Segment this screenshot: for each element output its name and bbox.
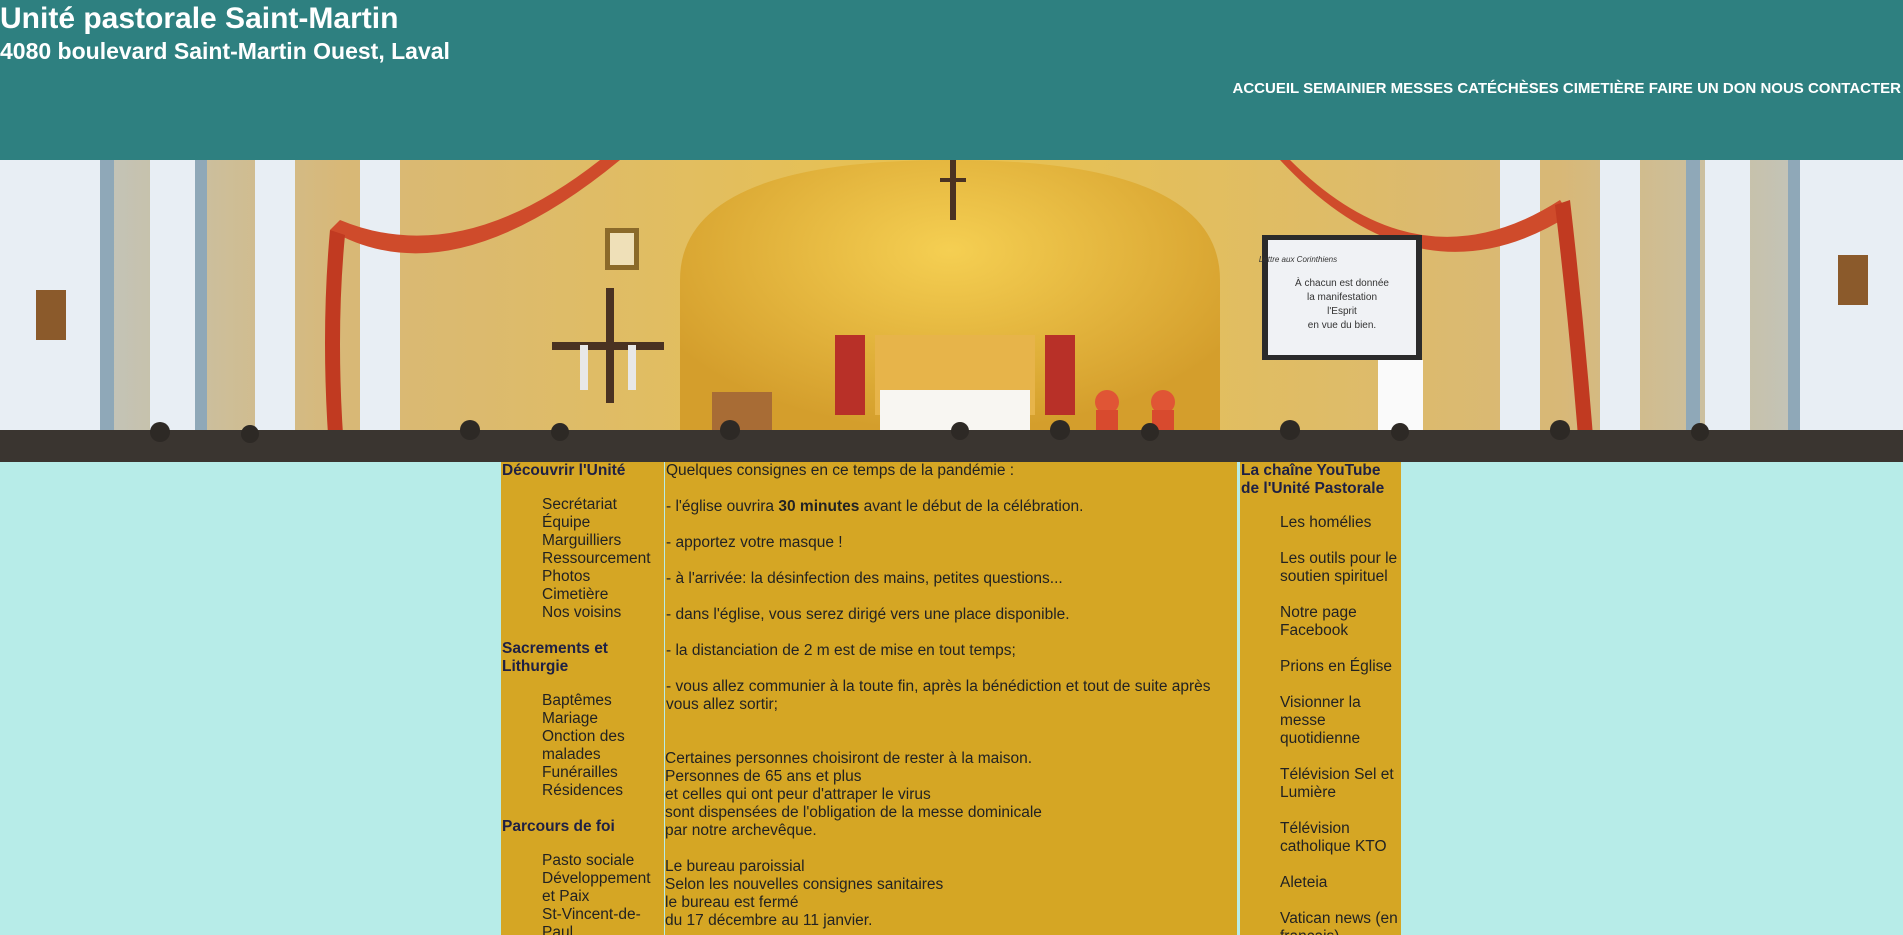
right-sidebar: La chaîne YouTube de l'Unité Pastorale L… bbox=[1240, 462, 1401, 935]
nav-semainier[interactable]: SEMAINIER bbox=[1303, 80, 1386, 97]
dispense-line: par notre archevêque. bbox=[665, 822, 817, 839]
menu-item-onction[interactable]: Onction des malades bbox=[542, 728, 664, 764]
bureau-line: Le bureau paroissial bbox=[665, 858, 805, 875]
menu-item-marguilliers[interactable]: Marguilliers bbox=[542, 532, 664, 550]
links-menu: Les homélies Les outils pour le soutien … bbox=[1240, 514, 1401, 935]
consigne-1-post: avant le début de la célébration. bbox=[859, 498, 1084, 515]
intro-text: Quelques consignes en ce temps de la pan… bbox=[666, 462, 1015, 479]
link-facebook[interactable]: Notre page Facebook bbox=[1280, 604, 1401, 640]
consigne-4: - dans l'église, vous serez dirigé vers … bbox=[666, 606, 1070, 623]
menu-item-nos-voisins[interactable]: Nos voisins bbox=[542, 604, 664, 622]
consigne-1: - l'église ouvrira 30 minutes avant le d… bbox=[666, 498, 1237, 516]
nav-nous-contacter[interactable]: NOUS CONTACTER bbox=[1760, 80, 1901, 97]
section-title-parcours: Parcours de foi bbox=[502, 818, 615, 835]
link-homelies[interactable]: Les homélies bbox=[1280, 514, 1401, 532]
menu-item-funerailles[interactable]: Funérailles bbox=[542, 764, 664, 782]
consigne-5: - la distanciation de 2 m est de mise en… bbox=[666, 642, 1016, 659]
consigne-3: - à l'arrivée: la désinfection des mains… bbox=[666, 570, 1063, 587]
nav-messes[interactable]: MESSES bbox=[1391, 80, 1454, 97]
menu-item-residences[interactable]: Résidences bbox=[542, 782, 664, 800]
site-header: Unité pastorale Saint-Martin 4080 boulev… bbox=[0, 0, 1903, 160]
nav-faire-un-don[interactable]: FAIRE UN DON bbox=[1649, 80, 1757, 97]
menu-item-pasto-sociale[interactable]: Pasto sociale bbox=[542, 852, 664, 870]
link-prions-en-eglise[interactable]: Prions en Église bbox=[1280, 658, 1401, 676]
link-kto[interactable]: Télévision catholique KTO bbox=[1280, 820, 1401, 856]
menu-item-developpement-paix[interactable]: Développement et Paix bbox=[542, 870, 664, 906]
bureau-line: du 17 décembre au 11 janvier. bbox=[665, 912, 873, 929]
link-outils-soutien[interactable]: Les outils pour le soutien spirituel bbox=[1280, 550, 1401, 586]
menu-sacrements: Baptêmes Mariage Onction des malades Fun… bbox=[501, 692, 664, 800]
consigne-6: - vous allez communier à la toute fin, a… bbox=[666, 678, 1211, 713]
screen-line-3: l'Esprit bbox=[1327, 306, 1357, 317]
bureau-line: Selon les nouvelles consignes sanitaires bbox=[665, 876, 944, 893]
link-vatican-news[interactable]: Vatican news (en français) bbox=[1280, 910, 1401, 935]
menu-item-cimetiere[interactable]: Cimetière bbox=[542, 586, 664, 604]
section-title-sacrements: Sacrements et Lithurgie bbox=[502, 640, 608, 675]
menu-item-st-vincent[interactable]: St-Vincent-de-Paul bbox=[542, 906, 664, 935]
left-sidebar: Découvrir l'Unité Secrétariat Équipe Mar… bbox=[501, 462, 664, 935]
menu-item-secretariat[interactable]: Secrétariat bbox=[542, 496, 664, 514]
consigne-1-pre: - l'église ouvrira bbox=[666, 498, 779, 515]
consigne-1-bold: 30 minutes bbox=[778, 498, 860, 515]
dispense-paragraph: Certaines personnes choisiront de rester… bbox=[665, 750, 1237, 840]
menu-item-ressourcement[interactable]: Ressourcement bbox=[542, 550, 664, 568]
nav-cimetiere[interactable]: CIMETIÈRE bbox=[1563, 80, 1645, 97]
menu-item-mariage[interactable]: Mariage bbox=[542, 710, 664, 728]
menu-parcours: Pasto sociale Développement et Paix St-V… bbox=[501, 852, 664, 935]
dispense-line: et celles qui ont peur d'attraper le vir… bbox=[665, 786, 931, 803]
consigne-2: - apportez votre masque ! bbox=[666, 534, 843, 551]
main-nav: ACCUEIL SEMAINIER MESSES CATÉCHÈSES CIME… bbox=[1233, 80, 1901, 97]
nav-accueil[interactable]: ACCUEIL bbox=[1233, 80, 1299, 97]
main-content: Quelques consignes en ce temps de la pan… bbox=[665, 462, 1237, 935]
site-title: Unité pastorale Saint-Martin bbox=[0, 2, 399, 35]
screen-line-0: Lettre aux Corinthiens bbox=[1259, 255, 1337, 264]
bureau-paragraph: Le bureau paroissial Selon les nouvelles… bbox=[665, 858, 1237, 930]
link-sel-et-lumiere[interactable]: Télévision Sel et Lumière bbox=[1280, 766, 1401, 802]
section-title-decouvrir: Découvrir l'Unité bbox=[502, 462, 626, 479]
menu-item-baptemes[interactable]: Baptêmes bbox=[542, 692, 664, 710]
screen-line-2: la manifestation bbox=[1307, 292, 1377, 303]
link-messe-quotidienne[interactable]: Visionner la messe quotidienne bbox=[1280, 694, 1401, 748]
menu-decouvrir: Secrétariat Équipe Marguilliers Ressourc… bbox=[501, 496, 664, 622]
dispense-line: sont dispensées de l'obligation de la me… bbox=[665, 804, 1042, 821]
dispense-line: Personnes de 65 ans et plus bbox=[665, 768, 862, 785]
bureau-line: le bureau est fermé bbox=[665, 894, 799, 911]
site-address: 4080 boulevard Saint-Martin Ouest, Laval bbox=[0, 38, 450, 64]
church-banner-image: Lettre aux Corinthiens À chacun est donn… bbox=[0, 160, 1903, 462]
link-aleteia[interactable]: Aleteia bbox=[1280, 874, 1401, 892]
menu-item-photos[interactable]: Photos bbox=[542, 568, 664, 586]
nav-catecheses[interactable]: CATÉCHÈSES bbox=[1457, 80, 1558, 97]
menu-item-equipe[interactable]: Équipe bbox=[542, 514, 664, 532]
screen-line-1: À chacun est donnée bbox=[1295, 276, 1389, 289]
youtube-channel-title[interactable]: La chaîne YouTube de l'Unité Pastorale bbox=[1240, 462, 1401, 498]
dispense-line: Certaines personnes choisiront de rester… bbox=[665, 750, 1033, 767]
screen-line-4: en vue du bien. bbox=[1308, 320, 1376, 331]
